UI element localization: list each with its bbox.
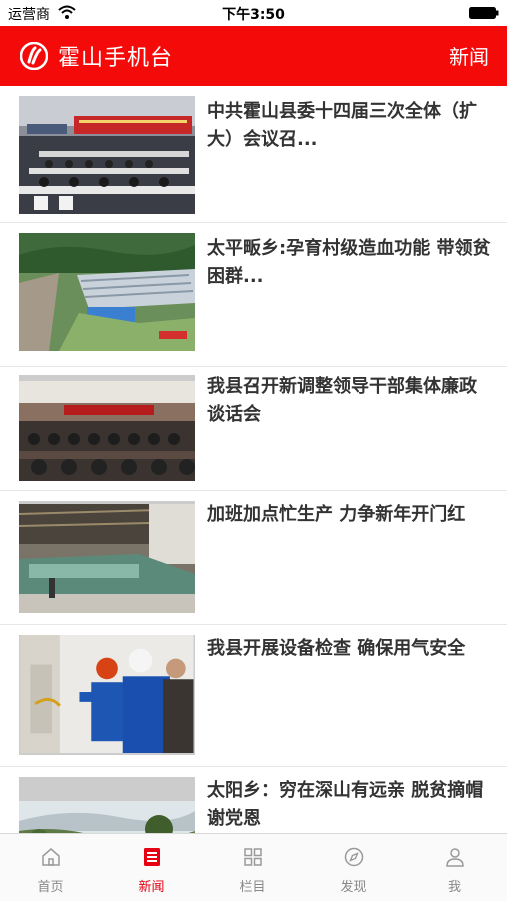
compass-icon xyxy=(344,847,364,867)
news-item[interactable]: 中共霍山县委十四届三次全体（扩大）会议召... xyxy=(0,86,507,223)
news-thumbnail xyxy=(19,777,195,833)
news-item[interactable]: 太阳乡：穷在深山有远亲 脱贫摘帽谢党恩 xyxy=(0,767,507,833)
news-headline: 太平畈乡:孕育村级造血功能 带领贫困群... xyxy=(207,238,491,287)
news-headline: 太阳乡：穷在深山有远亲 脱贫摘帽谢党恩 xyxy=(207,780,484,829)
person-icon xyxy=(446,848,464,867)
tab-label: 首页 xyxy=(37,880,64,895)
bottom-tab-bar: 首页 新闻 栏目 发现 我 xyxy=(0,833,507,901)
tab-label: 发现 xyxy=(340,880,367,895)
news-headline: 加班加点忙生产 力争新年开门红 xyxy=(207,504,466,525)
app-title: 霍山手机台 xyxy=(58,46,174,71)
news-headline: 我县召开新调整领导干部集体廉政谈话会 xyxy=(207,376,477,425)
tab-columns[interactable]: 栏目 xyxy=(202,834,303,901)
section-label[interactable]: 新闻 xyxy=(449,41,489,70)
tab-label: 我 xyxy=(447,880,461,895)
news-thumbnail xyxy=(19,96,195,214)
news-thumbnail xyxy=(19,375,195,481)
tab-label: 栏目 xyxy=(239,880,266,895)
news-headline: 中共霍山县委十四届三次全体（扩大）会议召... xyxy=(207,101,477,150)
news-item[interactable]: 我县召开新调整领导干部集体廉政谈话会 xyxy=(0,367,507,491)
clock: 下午3:50 xyxy=(222,7,285,23)
tab-discover[interactable]: 发现 xyxy=(303,834,404,901)
news-icon xyxy=(144,848,160,866)
news-item[interactable]: 我县开展设备检查 确保用气安全 xyxy=(0,625,507,767)
tab-label: 新闻 xyxy=(138,880,165,895)
app-logo-icon xyxy=(20,42,48,70)
news-item[interactable]: 太平畈乡:孕育村级造血功能 带领贫困群... xyxy=(0,223,507,367)
tab-news[interactable]: 新闻 xyxy=(101,834,202,901)
news-thumbnail xyxy=(19,635,195,755)
header-bar: 霍山手机台 新闻 xyxy=(0,26,507,86)
status-bar: 运营商 下午3:50 xyxy=(0,0,507,26)
home-icon xyxy=(42,848,60,866)
news-thumbnail xyxy=(19,233,195,351)
grid-icon xyxy=(244,848,262,866)
battery-icon xyxy=(469,7,499,19)
news-item[interactable]: 加班加点忙生产 力争新年开门红 xyxy=(0,491,507,625)
news-thumbnail xyxy=(19,501,195,613)
tab-me[interactable]: 我 xyxy=(404,834,505,901)
news-list: 中共霍山县委十四届三次全体（扩大）会议召... 太平畈乡:孕育村级造血功能 带领… xyxy=(0,86,507,833)
tab-home[interactable]: 首页 xyxy=(0,834,101,901)
news-headline: 我县开展设备检查 确保用气安全 xyxy=(207,638,466,659)
